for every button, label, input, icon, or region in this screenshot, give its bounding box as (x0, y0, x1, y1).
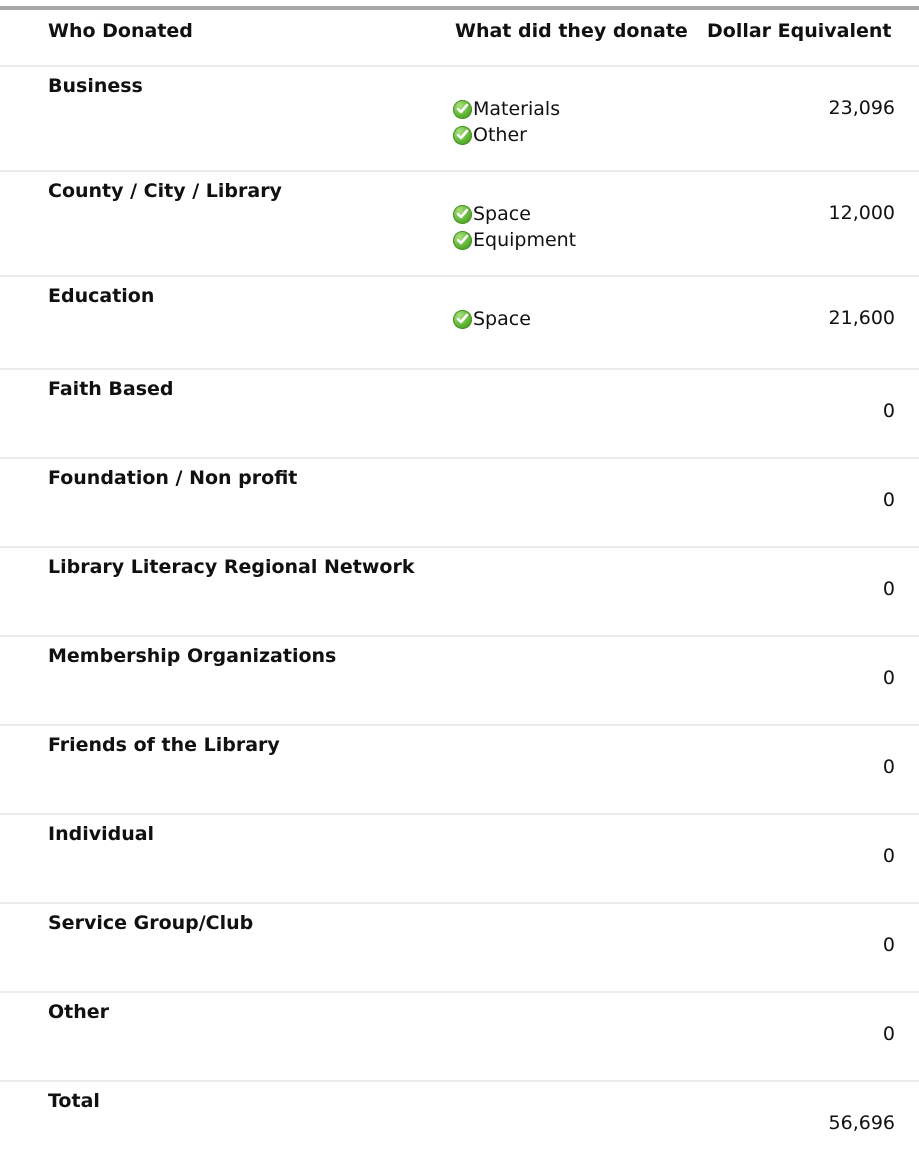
table-row: Service Group/Club 0 (0, 904, 919, 993)
donation-item-label: Materials (473, 98, 561, 120)
check-circle-icon (453, 125, 472, 145)
dollar-amount: 0 (882, 400, 895, 422)
donor-type: Faith Based (48, 378, 174, 400)
dollar-amount: 0 (882, 934, 895, 956)
table-row: Foundation / Non profit 0 (0, 459, 919, 548)
donor-type: Business (48, 75, 143, 97)
total-amount: 56,696 (828, 1112, 895, 1134)
table-row: Business Materials Other 23,096 (0, 67, 919, 172)
table-row: Membership Organizations 0 (0, 637, 919, 726)
donor-type: Friends of the Library (48, 734, 280, 756)
table-row: County / City / Library Space Equipment … (0, 172, 919, 277)
table-row: Friends of the Library 0 (0, 726, 919, 815)
donation-item: Other (453, 122, 560, 148)
donation-items: Materials Other (453, 96, 560, 148)
donor-type: Education (48, 285, 155, 307)
check-circle-icon (453, 230, 472, 250)
donation-item: Materials (453, 96, 560, 122)
donor-type: County / City / Library (48, 180, 282, 202)
header-who-donated: Who Donated (48, 20, 193, 42)
check-circle-icon (453, 204, 472, 224)
donor-type: Library Literacy Regional Network (48, 556, 415, 578)
dollar-amount: 0 (882, 578, 895, 600)
donation-item: Space (453, 201, 576, 227)
check-circle-icon (453, 99, 472, 119)
dollar-amount: 0 (882, 1023, 895, 1045)
donations-table: Who Donated What did they donate Dollar … (0, 10, 919, 1170)
dollar-amount: 0 (882, 667, 895, 689)
total-label: Total (48, 1090, 100, 1112)
check-circle-icon (453, 309, 472, 329)
donation-items: Space Equipment (453, 201, 576, 253)
header-what-donated: What did they donate (455, 20, 688, 42)
header-dollar-equivalent: Dollar Equivalent (707, 20, 892, 42)
dollar-amount: 0 (882, 845, 895, 867)
donation-items: Space (453, 306, 531, 332)
donation-item-label: Equipment (473, 229, 577, 251)
table-header-row: Who Donated What did they donate Dollar … (0, 10, 919, 67)
table-row: Library Literacy Regional Network 0 (0, 548, 919, 637)
table-row: Education Space 21,600 (0, 277, 919, 370)
table-row: Faith Based 0 (0, 370, 919, 459)
donation-item-label: Space (473, 308, 531, 330)
donor-type: Service Group/Club (48, 912, 254, 934)
donation-item-label: Other (473, 124, 527, 146)
donor-type: Other (48, 1001, 110, 1023)
dollar-amount: 23,096 (828, 97, 895, 119)
dollar-amount: 0 (882, 756, 895, 778)
total-row: Total 56,696 (0, 1082, 919, 1170)
table-row: Individual 0 (0, 815, 919, 904)
dollar-amount: 0 (882, 489, 895, 511)
dollar-amount: 21,600 (828, 307, 895, 329)
donation-item: Space (453, 306, 531, 332)
donor-type: Individual (48, 823, 155, 845)
donor-type: Membership Organizations (48, 645, 337, 667)
dollar-amount: 12,000 (828, 202, 895, 224)
donation-item: Equipment (453, 227, 576, 253)
donor-type: Foundation / Non profit (48, 467, 298, 489)
table-row: Other 0 (0, 993, 919, 1082)
donation-item-label: Space (473, 203, 531, 225)
